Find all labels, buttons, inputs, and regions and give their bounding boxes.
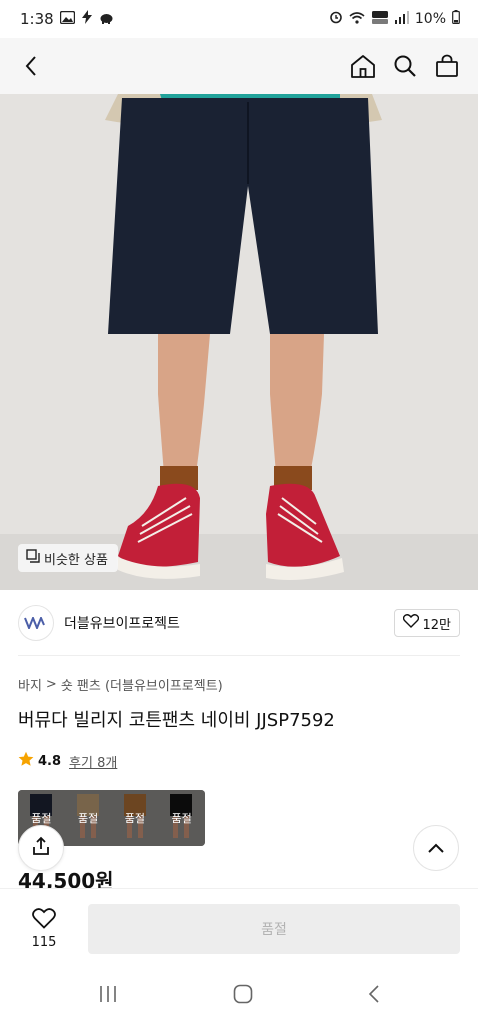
battery-icon — [452, 10, 460, 28]
option-label: 품절 — [124, 812, 145, 825]
star-icon — [18, 751, 34, 771]
breadcrumb: 바지 > 숏 팬츠 (더블유브이프로젝트) — [18, 675, 223, 694]
similar-label: 비슷한 상품 — [44, 552, 108, 568]
recent-apps-icon[interactable] — [98, 985, 118, 1007]
back-nav-icon[interactable] — [368, 984, 380, 1008]
option-thumbnail[interactable]: 품절 — [111, 790, 159, 846]
wishlist-button[interactable]: 115 — [18, 907, 70, 950]
rating-row: 4.8 후기 8개 — [18, 751, 117, 771]
rating-score: 4.8 — [38, 753, 62, 769]
option-label: 품절 — [171, 812, 192, 825]
share-icon — [31, 836, 51, 860]
brand-logo-icon — [18, 605, 54, 641]
breadcrumb-category[interactable]: 바지 — [18, 675, 42, 694]
wifi-icon — [349, 11, 365, 28]
bottom-bar: 115 품절 — [0, 888, 478, 968]
product-photo — [0, 94, 478, 590]
bag-icon[interactable] — [434, 53, 460, 79]
bolt-icon — [81, 10, 93, 28]
top-nav — [0, 38, 478, 94]
home-nav-icon[interactable] — [233, 984, 253, 1008]
option-label: 품절 — [78, 812, 99, 825]
heart-icon — [32, 907, 56, 933]
gallery-icon — [59, 10, 75, 28]
scroll-top-button[interactable] — [413, 825, 459, 871]
option-thumbnail[interactable]: 품절 — [64, 790, 112, 846]
brand-like-button[interactable]: 12만 — [394, 609, 460, 637]
brand-row: 더블유브이프로젝트 12만 — [18, 603, 460, 643]
brand-like-count: 12만 — [422, 617, 451, 633]
signal-icon — [394, 10, 409, 28]
status-bar: 1:38 10% — [0, 0, 478, 38]
back-icon[interactable] — [18, 53, 44, 79]
brand-name: 더블유브이프로젝트 — [64, 616, 180, 632]
wishlist-count: 115 — [31, 934, 57, 950]
option-thumbnail[interactable]: 품절 — [158, 790, 205, 846]
heart-icon — [403, 614, 420, 632]
home-icon[interactable] — [350, 53, 376, 79]
search-icon[interactable] — [392, 53, 418, 79]
soldout-button[interactable]: 품절 — [88, 903, 460, 954]
system-nav — [0, 968, 478, 1024]
alarm-icon — [329, 10, 343, 28]
battery-text: 10% — [414, 11, 446, 27]
status-time: 1:38 — [20, 10, 54, 28]
chevron-up-icon — [427, 839, 445, 858]
breadcrumb-separator: > — [45, 677, 57, 692]
brand-link[interactable]: 더블유브이프로젝트 — [18, 605, 180, 641]
similar-products-chip[interactable]: 비슷한 상품 — [18, 544, 118, 572]
similar-icon — [26, 549, 40, 567]
review-link[interactable]: 후기 8개 — [69, 752, 117, 771]
option-label: 품절 — [31, 812, 52, 825]
breadcrumb-subcategory[interactable]: 숏 팬츠 (더블유브이프로젝트) — [61, 675, 223, 694]
product-title: 버뮤다 빌리지 코튼팬츠 네이비 JJSP7592 — [18, 710, 335, 731]
divider — [18, 655, 460, 656]
piggy-icon — [99, 10, 114, 28]
product-image[interactable]: 비슷한 상품 — [0, 94, 478, 590]
hd-voice-icon — [371, 10, 389, 28]
